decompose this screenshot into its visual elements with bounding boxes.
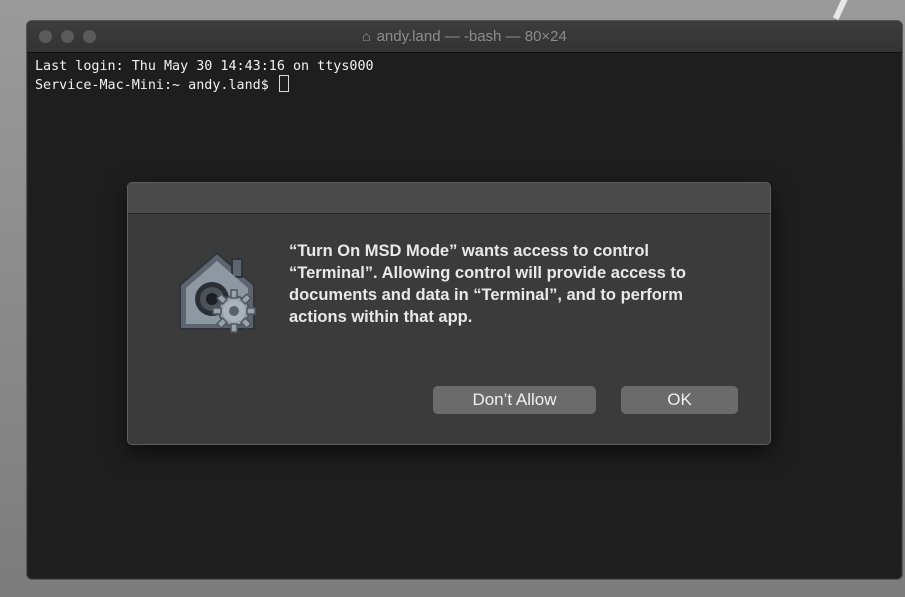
ok-button[interactable]: OK <box>621 386 738 414</box>
terminal-window: ⌂ andy.land — -bash — 80×24 Last login: T… <box>26 20 903 580</box>
dialog-header <box>128 183 770 214</box>
permission-dialog: “Turn On MSD Mode” wants access to contr… <box>127 182 771 445</box>
text-cursor <box>278 75 289 92</box>
home-icon: ⌂ <box>362 28 371 44</box>
gear-house-icon <box>179 251 256 333</box>
terminal-output[interactable]: Last login: Thu May 30 14:43:16 on ttys0… <box>35 58 374 94</box>
window-titlebar[interactable]: ⌂ andy.land — -bash — 80×24 <box>27 21 902 53</box>
dont-allow-button[interactable]: Don’t Allow <box>433 386 596 414</box>
desktop-background: ⌂ andy.land — -bash — 80×24 Last login: T… <box>0 0 905 597</box>
dialog-message: “Turn On MSD Mode” wants access to contr… <box>289 242 686 326</box>
shell-prompt: Service-Mac-Mini:~ andy.land$ <box>35 78 277 93</box>
prompt-line: Service-Mac-Mini:~ andy.land$ <box>35 75 374 94</box>
last-login-line: Last login: Thu May 30 14:43:16 on ttys0… <box>35 59 374 74</box>
window-title-text: andy.land — -bash — 80×24 <box>376 28 567 45</box>
window-title: ⌂ andy.land — -bash — 80×24 <box>27 28 902 45</box>
desktop-decoration <box>832 0 852 20</box>
